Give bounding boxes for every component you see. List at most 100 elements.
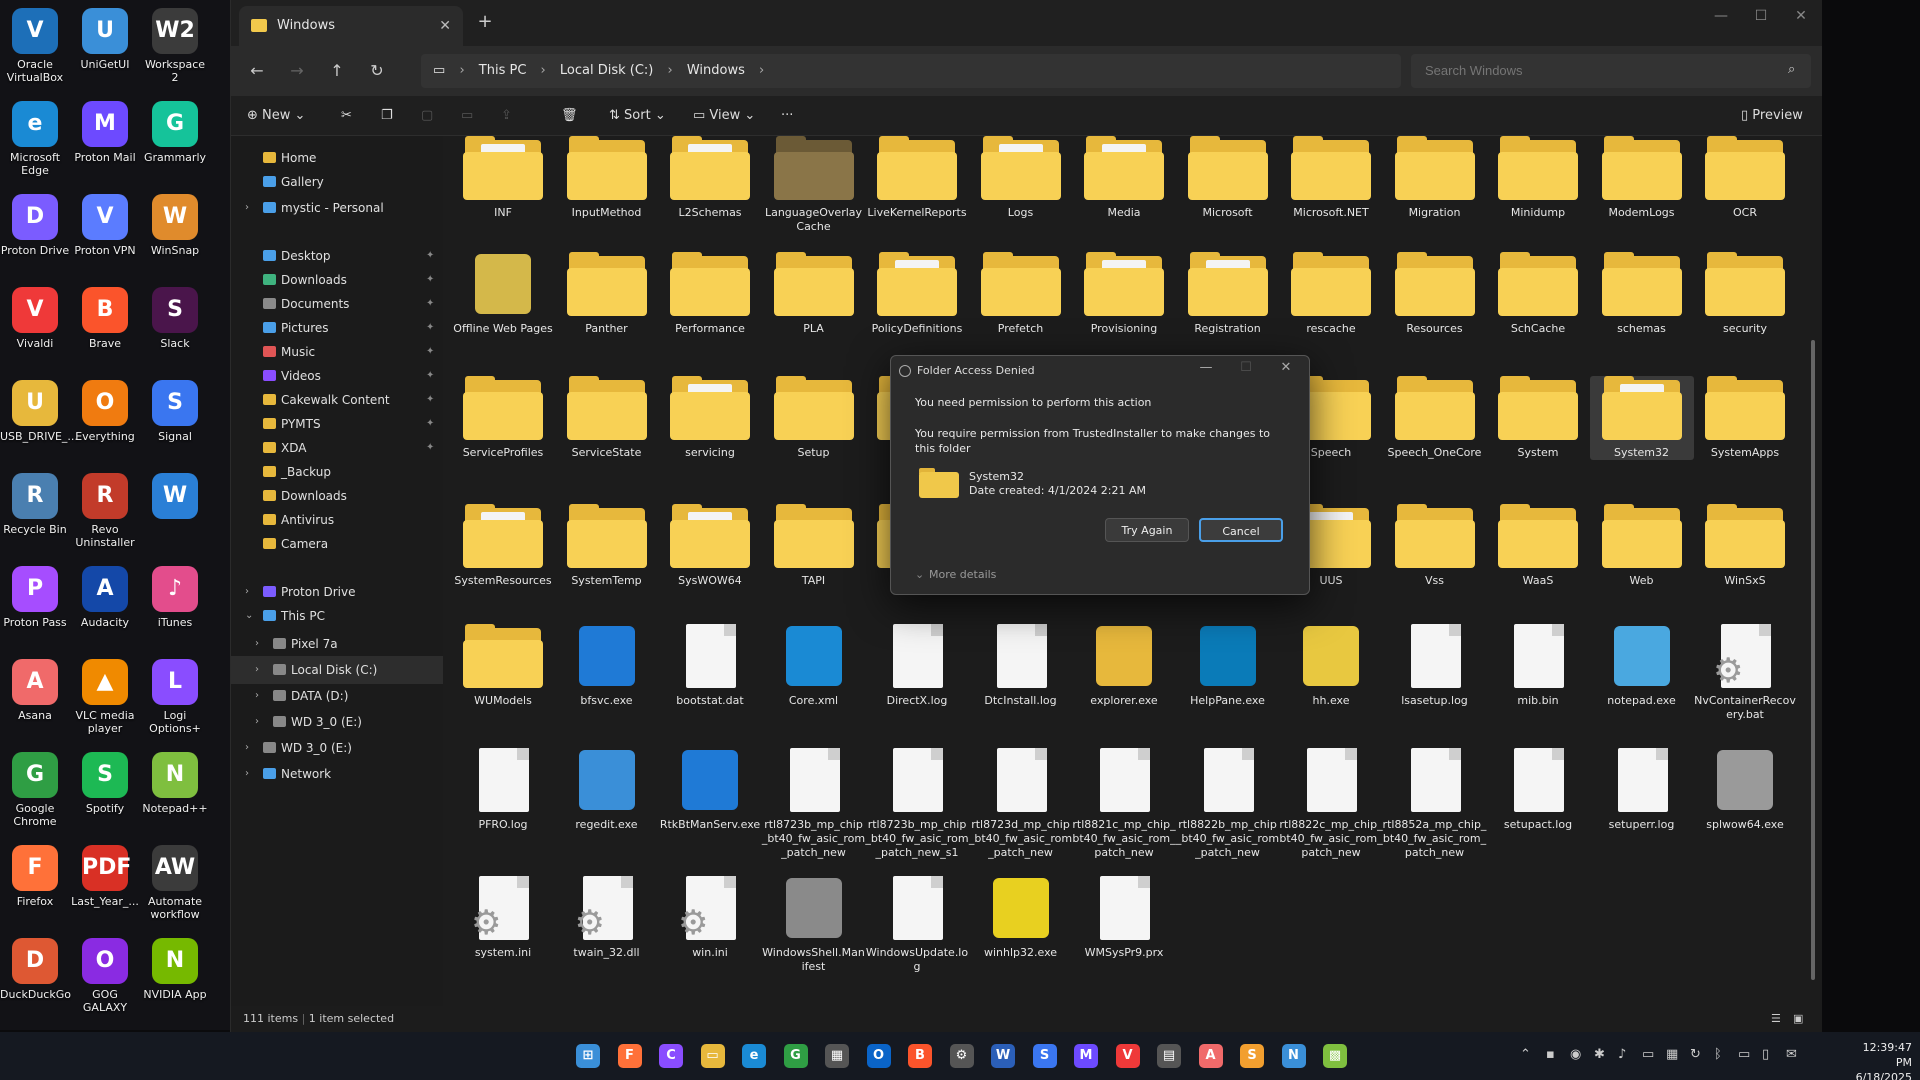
back-button[interactable]: ← bbox=[245, 60, 269, 82]
taskbar-outlook-icon[interactable]: O bbox=[866, 1044, 891, 1068]
folder-item[interactable]: ServiceState bbox=[555, 376, 659, 460]
desktop-icon[interactable]: P Proton Pass bbox=[0, 566, 70, 629]
folder-item[interactable]: Microsoft.NET bbox=[1279, 136, 1383, 220]
desktop-icon[interactable]: V Oracle VirtualBox bbox=[0, 8, 70, 84]
desktop-icon[interactable]: A Audacity bbox=[70, 566, 140, 629]
folder-item[interactable]: INF bbox=[451, 136, 555, 220]
desktop-icon[interactable]: ▲ VLC media player bbox=[70, 659, 140, 735]
file-item[interactable]: DirectX.log bbox=[865, 624, 969, 708]
chevron-icon[interactable]: › bbox=[245, 194, 249, 222]
folder-item[interactable]: Performance bbox=[658, 252, 762, 336]
folder-item[interactable]: Registration bbox=[1176, 252, 1280, 336]
folder-item[interactable]: SystemResources bbox=[451, 504, 555, 588]
more-details-toggle[interactable]: ⌄ More details bbox=[915, 568, 996, 581]
desktop-icon[interactable]: G Grammarly bbox=[140, 101, 210, 164]
folder-item[interactable]: Migration bbox=[1383, 136, 1487, 220]
bluetooth-icon[interactable]: ᛒ bbox=[1714, 1047, 1722, 1062]
sidebar-item[interactable]: › DATA (D:) bbox=[231, 682, 443, 710]
taskbar-asana-icon[interactable]: A bbox=[1198, 1044, 1223, 1068]
folder-item[interactable]: WaaS bbox=[1486, 504, 1590, 588]
try-again-button[interactable]: Try Again bbox=[1105, 518, 1189, 542]
sidebar-item[interactable]: › mystic - Personal bbox=[231, 194, 443, 222]
chevron-icon[interactable]: › bbox=[245, 760, 249, 788]
file-item[interactable]: RtkBtManServ.exe bbox=[658, 748, 762, 832]
file-item[interactable]: bfsvc.exe bbox=[555, 624, 659, 708]
desktop-icon[interactable]: N NVIDIA App bbox=[140, 938, 210, 1001]
folder-item[interactable]: SchCache bbox=[1486, 252, 1590, 336]
dialog-close-button[interactable]: ✕ bbox=[1271, 360, 1301, 375]
minimize-button[interactable]: — bbox=[1701, 8, 1741, 24]
taskbar-edge-icon[interactable]: e bbox=[742, 1044, 766, 1068]
folder-item[interactable]: SystemApps bbox=[1693, 376, 1797, 460]
folder-item[interactable]: Microsoft bbox=[1176, 136, 1280, 220]
chevron-icon[interactable]: › bbox=[245, 734, 249, 762]
desktop-icon[interactable]: V Proton VPN bbox=[70, 194, 140, 257]
chevron-icon[interactable]: › bbox=[255, 708, 259, 736]
taskbar-settings-icon[interactable]: ⚙ bbox=[949, 1044, 974, 1068]
desktop-icon[interactable]: AW Automate workflow bbox=[140, 845, 210, 921]
desktop-icon[interactable]: O GOG GALAXY bbox=[70, 938, 140, 1014]
sidebar-item[interactable]: › Pixel 7a bbox=[231, 630, 443, 658]
folder-item[interactable]: System bbox=[1486, 376, 1590, 460]
tray-icon[interactable]: ▪ bbox=[1546, 1047, 1555, 1062]
chevron-icon[interactable]: › bbox=[255, 656, 259, 684]
file-item[interactable]: ⚙ NvContainerRecovery.bat bbox=[1693, 624, 1797, 722]
tab-close-button[interactable]: ✕ bbox=[439, 6, 451, 46]
folder-item[interactable]: Minidump bbox=[1486, 136, 1590, 220]
notification-icon[interactable]: ✉ bbox=[1786, 1047, 1797, 1062]
search-input[interactable] bbox=[1411, 54, 1811, 88]
tray-icon[interactable]: ▭ bbox=[1642, 1047, 1654, 1062]
folder-item[interactable]: Provisioning bbox=[1072, 252, 1176, 336]
folder-item[interactable]: Web bbox=[1590, 504, 1694, 588]
file-item[interactable]: rtl8723b_mp_chip_bt40_fw_asic_rom_patch_… bbox=[865, 748, 969, 860]
folder-item[interactable]: SystemTemp bbox=[555, 504, 659, 588]
share-icon[interactable]: ⇪ bbox=[501, 106, 512, 126]
file-item[interactable]: PFRO.log bbox=[451, 748, 555, 832]
folder-item[interactable]: ModemLogs bbox=[1590, 136, 1694, 220]
desktop-icon[interactable]: R Recycle Bin bbox=[0, 473, 70, 536]
vertical-scrollbar[interactable] bbox=[1811, 140, 1817, 1000]
desktop-icon[interactable]: F Firefox bbox=[0, 845, 70, 908]
new-button[interactable]: ⊕ New ⌄ bbox=[247, 106, 305, 126]
folder-item[interactable]: System32 bbox=[1589, 376, 1694, 460]
preview-button[interactable]: ▯ Preview bbox=[1741, 106, 1803, 126]
folder-item[interactable]: Vss bbox=[1383, 504, 1487, 588]
file-item[interactable]: DtcInstall.log bbox=[969, 624, 1073, 708]
cut-icon[interactable]: ✂ bbox=[341, 106, 352, 126]
tab-windows[interactable]: Windows ✕ bbox=[239, 6, 463, 46]
folder-item[interactable]: Media bbox=[1072, 136, 1176, 220]
more-options-button[interactable]: ··· bbox=[781, 106, 793, 126]
folder-item[interactable]: Panther bbox=[555, 252, 659, 336]
folder-item[interactable]: OCR bbox=[1693, 136, 1797, 220]
taskbar-calculator-icon[interactable]: ▤ bbox=[1157, 1044, 1181, 1068]
view-button[interactable]: ▭ View ⌄ bbox=[693, 106, 755, 126]
file-item[interactable]: rtl8723b_mp_chip_bt40_fw_asic_rom_patch_… bbox=[762, 748, 866, 860]
desktop-icon[interactable]: A Asana bbox=[0, 659, 70, 722]
desktop-icon[interactable]: U USB_DRIVE_... bbox=[0, 380, 78, 443]
desktop-icon[interactable]: U UniGetUI bbox=[70, 8, 140, 71]
file-item[interactable]: WindowsShell.Manifest bbox=[762, 876, 866, 974]
file-item[interactable]: setupact.log bbox=[1486, 748, 1590, 832]
desktop-icon[interactable]: M Proton Mail bbox=[70, 101, 140, 164]
file-item[interactable]: rtl8822b_mp_chip_bt40_fw_asic_rom_patch_… bbox=[1176, 748, 1280, 860]
desktop-icon[interactable]: L Logi Options+ bbox=[140, 659, 210, 735]
desktop-icon[interactable]: S Spotify bbox=[70, 752, 140, 815]
sidebar-item[interactable]: Camera bbox=[231, 530, 443, 558]
forward-button[interactable]: → bbox=[285, 60, 309, 82]
folder-item[interactable]: Logs bbox=[969, 136, 1073, 220]
taskbar-notes-icon[interactable]: N bbox=[1281, 1044, 1306, 1068]
file-item[interactable]: regedit.exe bbox=[555, 748, 659, 832]
sidebar-item[interactable]: › Local Disk (C:) bbox=[231, 656, 443, 684]
dialog-minimize-button[interactable]: — bbox=[1191, 360, 1221, 375]
sidebar-item[interactable]: › Network bbox=[231, 760, 443, 788]
folder-item[interactable]: PolicyDefinitions bbox=[865, 252, 969, 336]
file-item[interactable]: ⚙ win.ini bbox=[658, 876, 762, 960]
desktop-icon[interactable]: D DuckDuckGo bbox=[0, 938, 71, 1001]
scrollbar-thumb[interactable] bbox=[1811, 340, 1815, 980]
taskbar-calendar-icon[interactable]: ▦ bbox=[825, 1044, 849, 1068]
sidebar-item[interactable]: ⌄ This PC bbox=[231, 602, 443, 630]
breadcrumb-local-disk[interactable]: Local Disk (C:) bbox=[560, 63, 653, 78]
taskbar-chrome-icon[interactable]: G bbox=[783, 1044, 808, 1068]
chevron-up-icon[interactable]: ⌃ bbox=[1520, 1047, 1531, 1062]
folder-item[interactable]: L2Schemas bbox=[658, 136, 762, 220]
